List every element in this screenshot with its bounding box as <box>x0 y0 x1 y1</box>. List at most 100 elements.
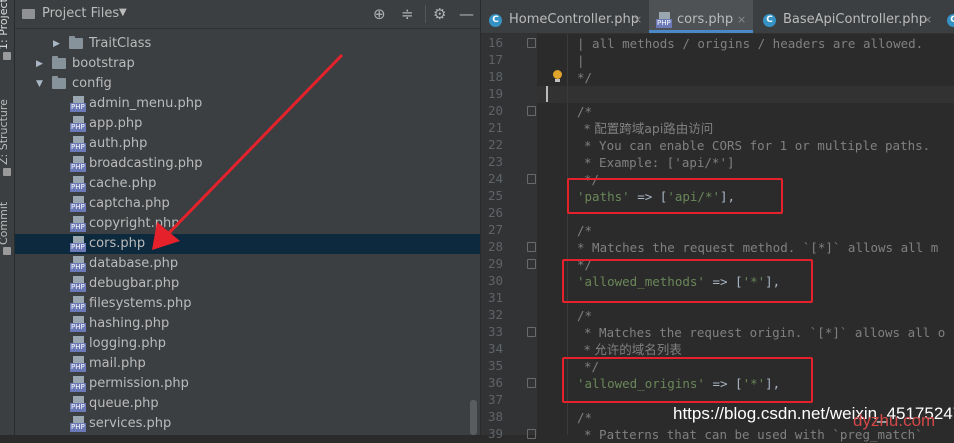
fold-marker-icon[interactable] <box>527 174 536 184</box>
tab-overflow[interactable]: C <box>939 0 954 33</box>
line-number: 35 <box>487 358 503 373</box>
tree-item-label: app.php <box>89 116 143 131</box>
tree-item-label: filesystems.php <box>89 296 192 311</box>
line-number: 19 <box>487 86 503 101</box>
fold-marker-icon[interactable] <box>527 378 536 388</box>
line-number: 20 <box>487 103 503 118</box>
project-tool-tab[interactable]: 1: Project <box>0 0 10 50</box>
code-line-18: */ <box>577 70 593 85</box>
close-icon[interactable]: × <box>737 0 746 33</box>
tree-file-item[interactable]: PHP debugbar.php <box>15 274 480 294</box>
line-number: 17 <box>487 52 503 67</box>
chevron-down-icon[interactable]: ▼ <box>119 7 127 18</box>
tree-item-label: captcha.php <box>89 196 170 211</box>
tree-item-label: hashing.php <box>89 316 170 331</box>
locate-icon[interactable]: ⊕ <box>373 5 386 23</box>
class-icon: C <box>763 14 776 27</box>
tab-label: BaseApiController.php <box>783 12 928 27</box>
tree-file-item[interactable]: PHP admin_menu.php <box>15 94 480 114</box>
line-number: 39 <box>487 426 503 441</box>
line-number: 38 <box>487 409 503 424</box>
tab-base-api-controller[interactable]: C BaseApiController.php × <box>755 0 935 33</box>
php-file-icon: PHP <box>70 196 86 212</box>
tree-item-label: logging.php <box>89 336 167 351</box>
collapse-all-icon[interactable]: ≑ <box>401 5 414 23</box>
folder-icon <box>52 76 66 89</box>
tree-item-traitclass[interactable]: ▶ TraitClass <box>15 34 480 54</box>
tool-window-stripe: 1: Project Z: Structure Commit <box>0 0 15 435</box>
tree-file-item[interactable]: PHP logging.php <box>15 334 480 354</box>
tree-item-label: broadcasting.php <box>89 156 203 171</box>
project-view-selector[interactable]: Project Files <box>42 6 119 21</box>
tree-file-item[interactable]: PHP copyright.php <box>15 214 480 234</box>
line-number: 37 <box>487 392 503 407</box>
tree-file-item[interactable]: PHP database.php <box>15 254 480 274</box>
tree-file-item[interactable]: PHP broadcasting.php <box>15 154 480 174</box>
fold-marker-icon[interactable] <box>527 327 536 337</box>
tree-file-item[interactable]: PHP hashing.php <box>15 314 480 334</box>
fold-marker-icon[interactable] <box>527 242 536 252</box>
fold-marker-icon[interactable] <box>527 106 536 116</box>
php-file-icon: PHP <box>70 96 86 112</box>
tree-scrollbar[interactable] <box>470 400 477 435</box>
chevron-down-icon[interactable]: ▼ <box>36 74 43 94</box>
tree-item-config[interactable]: ▼ config <box>15 74 480 94</box>
line-number: 16 <box>487 35 503 50</box>
tab-cors-php[interactable]: PHP cors.php × <box>649 0 753 33</box>
php-file-icon: PHP <box>70 276 86 292</box>
code-line-21: * 配置跨域api路由访问 <box>584 121 714 136</box>
intention-bulb-icon[interactable] <box>553 70 562 82</box>
tree-item-label: auth.php <box>89 136 148 151</box>
line-number: 31 <box>487 290 503 305</box>
php-file-icon: PHP <box>70 356 86 372</box>
tree-file-item[interactable]: PHP filesystems.php <box>15 294 480 314</box>
commit-tool-tab[interactable]: Commit <box>0 202 10 245</box>
tree-item-bootstrap[interactable]: ▶ bootstrap <box>15 54 480 74</box>
tree-file-item[interactable]: PHP mail.php <box>15 354 480 374</box>
tree-file-item-selected[interactable]: PHP cors.php <box>15 234 480 254</box>
code-line-32: /* <box>577 308 593 323</box>
tree-item-label: services.php <box>89 416 172 431</box>
toolbar-divider <box>425 5 426 23</box>
tree-file-item[interactable]: PHP captcha.php <box>15 194 480 214</box>
minimize-icon[interactable]: — <box>459 5 474 23</box>
close-icon[interactable]: × <box>923 0 932 33</box>
current-line-highlight <box>537 86 954 103</box>
tree-file-item[interactable]: PHP queue.php <box>15 394 480 414</box>
tab-label: cors.php <box>677 12 734 27</box>
close-icon[interactable]: × <box>633 0 642 33</box>
line-number: 28 <box>487 239 503 254</box>
line-number: 36 <box>487 375 503 390</box>
tree-file-item[interactable]: PHP cache.php <box>15 174 480 194</box>
chevron-right-icon[interactable]: ▶ <box>36 54 43 74</box>
tree-file-item[interactable]: PHP auth.php <box>15 134 480 154</box>
code-line-28: * Matches the request method. `[*]` allo… <box>577 240 939 255</box>
structure-tool-tab[interactable]: Z: Structure <box>0 99 10 165</box>
php-file-icon: PHP <box>70 416 86 432</box>
chevron-right-icon[interactable]: ▶ <box>53 34 60 54</box>
fold-marker-icon[interactable] <box>527 429 536 439</box>
fold-marker-icon[interactable] <box>527 259 536 269</box>
tree-item-label: cors.php <box>89 236 146 251</box>
code-line-23: * Example: ['api/*'] <box>584 155 735 170</box>
php-file-icon: PHP <box>70 236 86 252</box>
tree-item-label: mail.php <box>89 356 146 371</box>
tree-item-label: TraitClass <box>89 36 152 51</box>
line-number: 34 <box>487 341 503 356</box>
tree-file-item[interactable]: PHP services.php <box>15 414 480 434</box>
project-panel: Project Files ▼ ⊕ ≑ ⚙ — ▶ TraitClass ▶ b… <box>15 0 480 435</box>
highlight-box-allowed-origins <box>562 357 813 403</box>
gear-icon[interactable]: ⚙ <box>433 5 446 23</box>
fold-marker-icon[interactable] <box>527 38 536 48</box>
code-line-16: | all methods / origins / headers are al… <box>577 36 924 51</box>
php-file-icon: PHP <box>70 156 86 172</box>
line-number: 24 <box>487 171 503 186</box>
tree-file-item[interactable]: PHP permission.php <box>15 374 480 394</box>
line-number: 22 <box>487 137 503 152</box>
editor-tab-bar: C HomeController.php × PHP cors.php × C … <box>481 0 954 34</box>
tab-home-controller[interactable]: C HomeController.php × <box>481 0 647 33</box>
text-caret <box>546 86 548 102</box>
class-icon: C <box>947 14 954 27</box>
tree-file-item[interactable]: PHP app.php <box>15 114 480 134</box>
line-number: 23 <box>487 154 503 169</box>
